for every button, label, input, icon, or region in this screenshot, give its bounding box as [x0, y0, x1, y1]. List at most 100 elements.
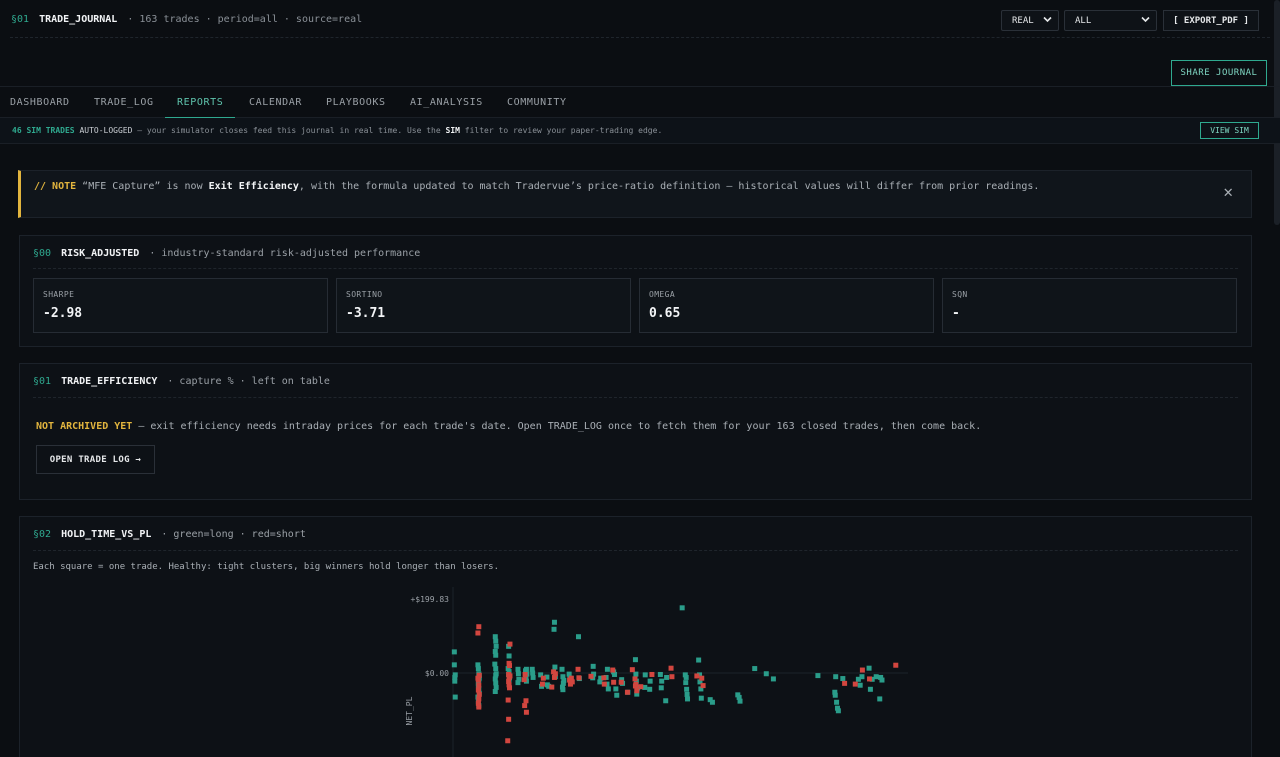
trade-point-long[interactable]	[867, 686, 873, 692]
trade-point-long[interactable]	[493, 638, 499, 644]
tab-reports[interactable]: REPORTS	[165, 87, 236, 118]
tab-community[interactable]: COMMUNITY	[507, 87, 567, 118]
trade-point-long[interactable]	[451, 649, 457, 655]
tab-ai-analysis[interactable]: AI_ANALYSIS	[410, 87, 483, 118]
trade-point-long[interactable]	[551, 626, 557, 632]
trade-point-short[interactable]	[552, 671, 558, 677]
trade-point-short[interactable]	[522, 703, 528, 709]
trade-point-long[interactable]	[560, 687, 566, 693]
trade-point-long[interactable]	[642, 672, 648, 678]
trade-point-short[interactable]	[475, 675, 481, 681]
trade-point-short[interactable]	[668, 665, 674, 671]
trade-point-short[interactable]	[523, 698, 529, 704]
trade-point-long[interactable]	[559, 666, 565, 672]
trade-point-long[interactable]	[515, 680, 521, 686]
trade-point-short[interactable]	[576, 675, 582, 681]
trade-point-long[interactable]	[475, 666, 481, 672]
trade-point-long[interactable]	[834, 699, 840, 705]
trade-point-short[interactable]	[505, 738, 511, 744]
trade-point-long[interactable]	[659, 678, 665, 684]
trade-point-short[interactable]	[522, 671, 528, 677]
trade-point-long[interactable]	[515, 666, 521, 672]
trade-point-short[interactable]	[700, 683, 706, 689]
trade-point-long[interactable]	[815, 673, 821, 679]
trade-point-long[interactable]	[604, 666, 610, 672]
trade-point-long[interactable]	[523, 666, 529, 672]
trade-point-short[interactable]	[475, 630, 481, 636]
trade-point-long[interactable]	[605, 686, 611, 692]
trade-point-long[interactable]	[859, 674, 865, 680]
trade-point-short[interactable]	[476, 624, 482, 630]
trade-point-short[interactable]	[859, 667, 865, 673]
trade-point-long[interactable]	[737, 698, 743, 704]
period-select[interactable]: ALL	[1064, 10, 1157, 31]
trade-point-short[interactable]	[632, 676, 638, 682]
trade-point-long[interactable]	[530, 674, 536, 680]
trade-point-short[interactable]	[540, 675, 546, 681]
trade-point-short[interactable]	[611, 679, 617, 685]
trade-point-short[interactable]	[601, 675, 607, 681]
trade-point-long[interactable]	[833, 674, 839, 680]
trade-point-long[interactable]	[493, 643, 499, 649]
trade-point-long[interactable]	[752, 666, 758, 672]
trade-point-long[interactable]	[685, 696, 691, 702]
trade-point-long[interactable]	[530, 670, 536, 676]
trade-point-short[interactable]	[507, 685, 513, 691]
trade-point-long[interactable]	[551, 619, 557, 625]
export-pdf-button[interactable]: [ EXPORT_PDF ]	[1163, 10, 1259, 31]
trade-point-short[interactable]	[476, 696, 482, 702]
trade-point-short[interactable]	[569, 679, 575, 685]
trade-point-short[interactable]	[852, 681, 858, 687]
trade-point-long[interactable]	[879, 677, 885, 683]
trade-point-long[interactable]	[575, 634, 581, 640]
trade-point-short[interactable]	[629, 667, 635, 673]
trade-point-long[interactable]	[684, 691, 690, 697]
trade-point-long[interactable]	[873, 674, 879, 680]
trade-point-short[interactable]	[649, 671, 655, 677]
trade-point-long[interactable]	[877, 696, 883, 702]
trade-point-long[interactable]	[698, 695, 704, 701]
trade-point-long[interactable]	[493, 652, 499, 658]
tab-calendar[interactable]: CALENDAR	[249, 87, 302, 118]
trade-point-short[interactable]	[633, 681, 639, 687]
trade-point-short[interactable]	[601, 681, 607, 687]
trade-point-long[interactable]	[647, 678, 653, 684]
trade-point-long[interactable]	[857, 682, 863, 688]
trade-point-short[interactable]	[575, 666, 581, 672]
share-journal-button[interactable]: SHARE JOURNAL	[1171, 60, 1267, 86]
trade-point-short[interactable]	[842, 680, 848, 686]
trade-point-long[interactable]	[683, 680, 689, 686]
trade-point-short[interactable]	[507, 663, 513, 669]
trade-point-long[interactable]	[835, 708, 841, 714]
trade-point-long[interactable]	[663, 698, 669, 704]
trade-point-short[interactable]	[507, 673, 513, 679]
trade-point-long[interactable]	[614, 692, 620, 698]
trade-point-long[interactable]	[452, 678, 458, 684]
trade-point-short[interactable]	[523, 709, 529, 715]
trade-point-short[interactable]	[475, 687, 481, 693]
trade-point-long[interactable]	[684, 686, 690, 692]
trade-point-long[interactable]	[679, 605, 685, 611]
tab-dashboard[interactable]: DASHBOARD	[10, 87, 70, 118]
trade-point-long[interactable]	[493, 672, 499, 678]
trade-point-short[interactable]	[624, 689, 630, 695]
trade-point-long[interactable]	[840, 676, 846, 682]
trade-point-long[interactable]	[657, 671, 663, 677]
trade-point-short[interactable]	[476, 704, 482, 710]
trade-point-short[interactable]	[476, 691, 482, 697]
source-select[interactable]: REAL	[1001, 10, 1059, 31]
trade-point-short[interactable]	[507, 641, 513, 647]
trade-point-short[interactable]	[506, 716, 512, 722]
trade-point-short[interactable]	[521, 677, 527, 683]
trade-point-long[interactable]	[770, 676, 776, 682]
trade-point-short[interactable]	[588, 673, 594, 679]
trade-point-long[interactable]	[613, 686, 619, 692]
trade-point-long[interactable]	[632, 657, 638, 663]
trade-point-short[interactable]	[505, 697, 511, 703]
tab-trade-log[interactable]: TRADE_LOG	[94, 87, 154, 118]
trade-point-long[interactable]	[647, 686, 653, 692]
trade-point-long[interactable]	[492, 661, 498, 667]
trade-point-long[interactable]	[492, 634, 498, 640]
trade-point-long[interactable]	[590, 663, 596, 669]
trade-point-short[interactable]	[669, 674, 675, 680]
